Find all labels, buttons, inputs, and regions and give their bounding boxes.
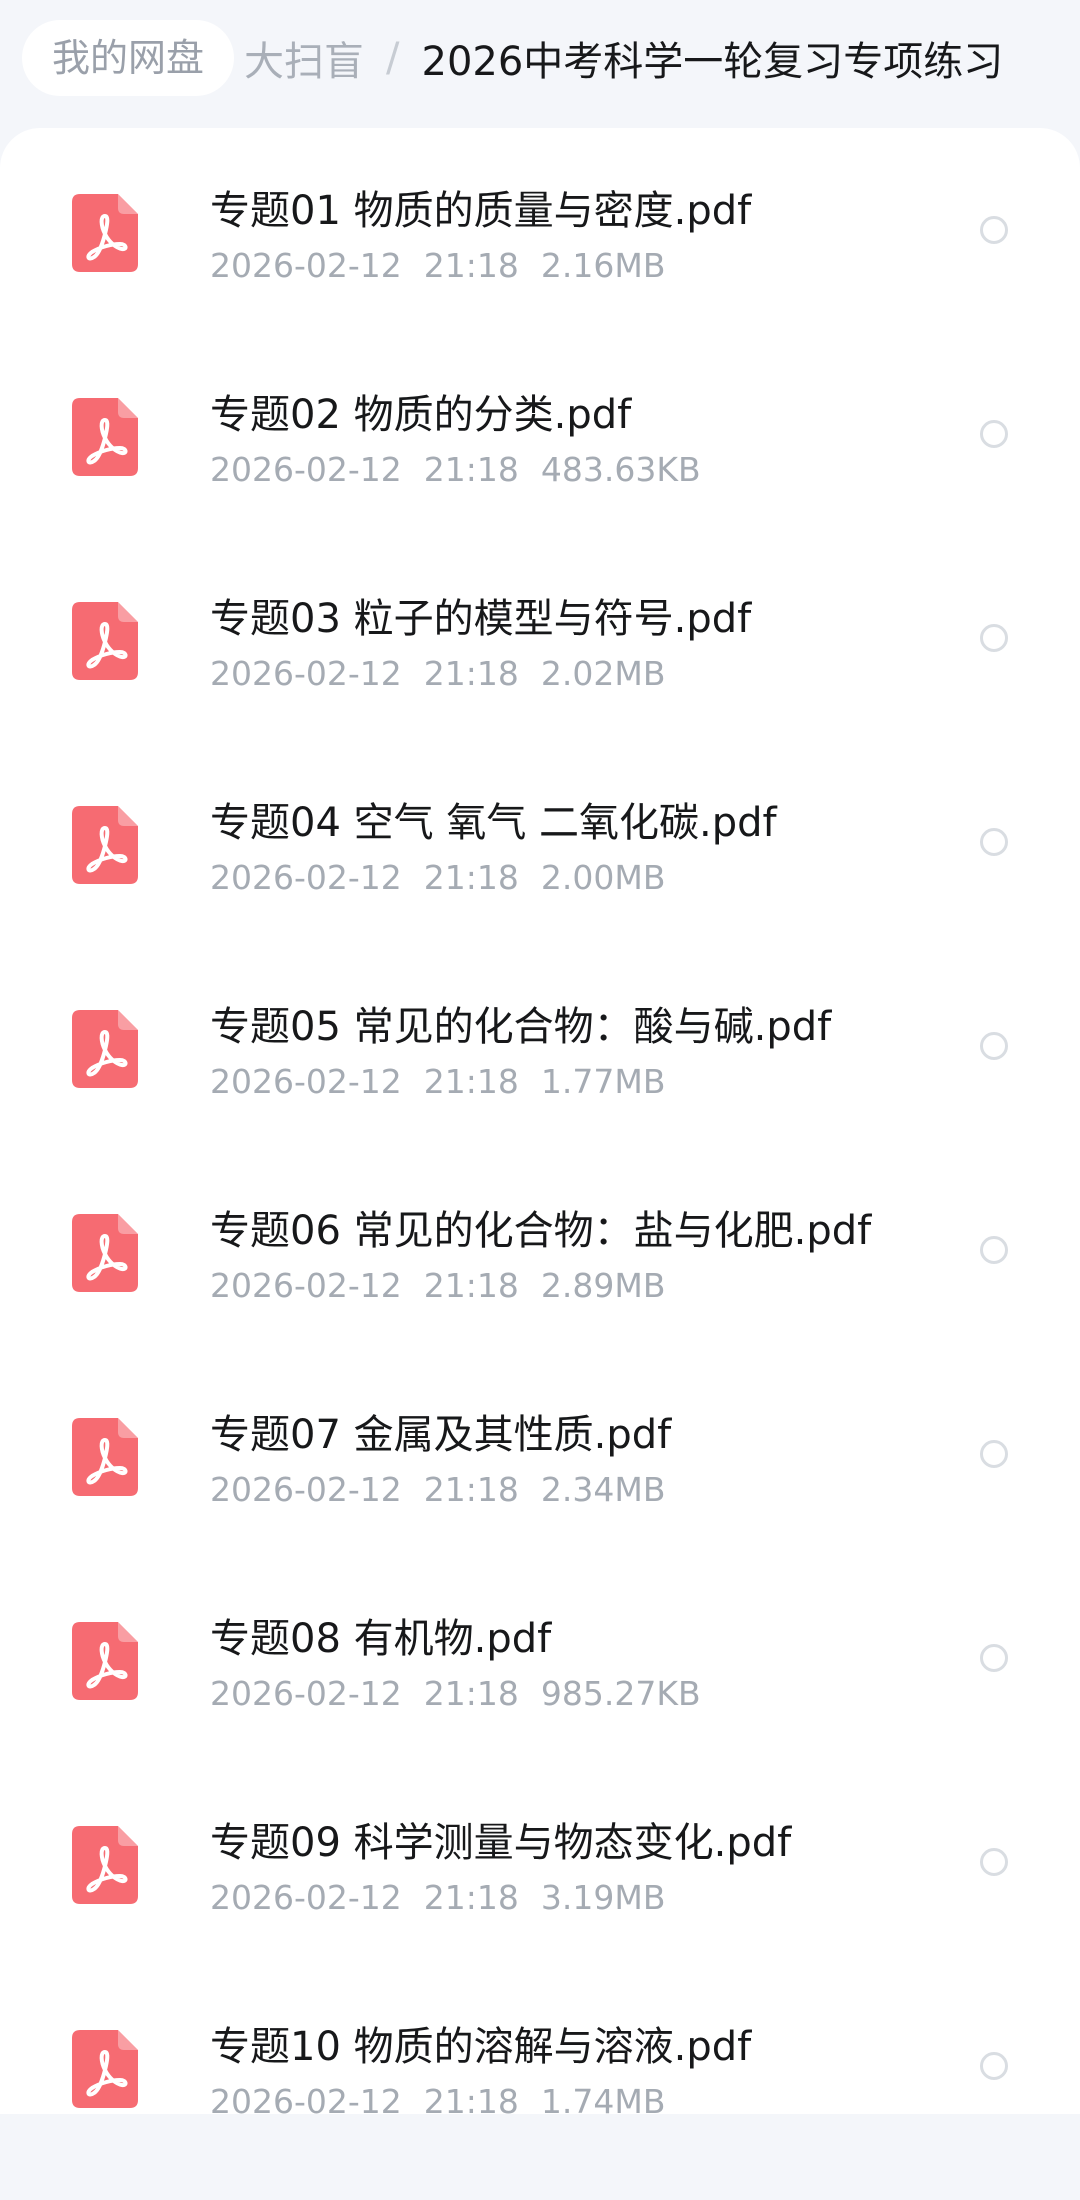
- file-name: 专题07 金属及其性质.pdf: [210, 1412, 672, 1458]
- select-radio-button[interactable]: [980, 216, 1008, 244]
- file-date: 2026-02-12: [210, 1266, 402, 1305]
- file-size: 2.02MB: [540, 654, 666, 693]
- file-time: 21:18: [423, 2082, 519, 2121]
- select-radio-button[interactable]: [980, 1848, 1008, 1876]
- file-row[interactable]: 专题03 粒子的模型与符号.pdf 2026-02-12 21:18 2.02MB: [0, 568, 1080, 772]
- select-radio-button[interactable]: [980, 1032, 1008, 1060]
- breadcrumb-parent-folder[interactable]: 大扫盲: [244, 29, 364, 87]
- file-row[interactable]: 专题09 科学测量与物态变化.pdf 2026-02-12 21:18 3.19MB: [0, 1792, 1080, 1996]
- file-size: 1.74MB: [540, 2082, 666, 2121]
- file-name: 专题08 有机物.pdf: [210, 1616, 552, 1662]
- pdf-file-icon: [72, 2030, 138, 2108]
- pdf-file-icon: [72, 602, 138, 680]
- file-time: 21:18: [423, 1266, 519, 1305]
- pdf-file-icon: [72, 1826, 138, 1904]
- pdf-file-icon: [72, 1214, 138, 1292]
- file-meta: 2026-02-12 21:18 1.74MB: [210, 2082, 687, 2121]
- file-size: 2.34MB: [540, 1470, 666, 1509]
- select-radio-button[interactable]: [980, 420, 1008, 448]
- file-time: 21:18: [423, 654, 519, 693]
- select-radio-button[interactable]: [980, 2052, 1008, 2080]
- file-size: 3.19MB: [540, 1878, 666, 1917]
- file-row[interactable]: 专题04 空气 氧气 二氧化碳.pdf 2026-02-12 21:18 2.00MB: [0, 772, 1080, 976]
- breadcrumb-root-my-drive[interactable]: 我的网盘: [22, 20, 235, 96]
- file-size: 985.27KB: [540, 1674, 701, 1713]
- file-row[interactable]: 专题07 金属及其性质.pdf 2026-02-12 21:18 2.34MB: [0, 1384, 1080, 1588]
- file-row[interactable]: 专题06 常见的化合物：盐与化肥.pdf 2026-02-12 21:18 2.89M…: [0, 1180, 1080, 1384]
- file-row[interactable]: 专题01 物质的质量与密度.pdf 2026-02-12 21:18 2.16MB: [0, 160, 1080, 364]
- pdf-file-icon: [72, 1622, 138, 1700]
- file-size: 483.63KB: [540, 450, 701, 489]
- select-radio-button[interactable]: [980, 1440, 1008, 1468]
- breadcrumb-separator: /: [386, 35, 400, 81]
- file-date: 2026-02-12: [210, 1062, 402, 1101]
- file-row[interactable]: 专题02 物质的分类.pdf 2026-02-12 21:18 483.63KB: [0, 364, 1080, 568]
- file-date: 2026-02-12: [210, 246, 402, 285]
- file-name: 专题10 物质的溶解与溶液.pdf: [210, 2024, 752, 2070]
- file-row[interactable]: 专题05 常见的化合物：酸与碱.pdf 2026-02-12 21:18 1.77MB: [0, 976, 1080, 1180]
- file-list: 专题01 物质的质量与密度.pdf 2026-02-12 21:18 2.16MB 专题…: [0, 128, 1080, 2121]
- pdf-file-icon: [72, 1010, 138, 1088]
- pdf-file-icon: [72, 398, 138, 476]
- file-name: 专题09 科学测量与物态变化.pdf: [210, 1820, 792, 1866]
- file-meta: 2026-02-12 21:18 2.00MB: [210, 858, 687, 897]
- header-bar: 我的网盘 大扫盲 / 2026中考科学一轮复习专项练习: [0, 0, 1080, 120]
- file-size: 2.16MB: [540, 246, 666, 285]
- file-time: 21:18: [423, 1062, 519, 1101]
- file-row[interactable]: 专题08 有机物.pdf 2026-02-12 21:18 985.27KB: [0, 1588, 1080, 1792]
- file-time: 21:18: [423, 1878, 519, 1917]
- file-date: 2026-02-12: [210, 654, 402, 693]
- file-size: 1.77MB: [540, 1062, 666, 1101]
- file-row[interactable]: 专题10 物质的溶解与溶液.pdf 2026-02-12 21:18 1.74MB: [0, 1996, 1080, 2200]
- file-meta: 2026-02-12 21:18 3.19MB: [210, 1878, 687, 1917]
- select-radio-button[interactable]: [980, 624, 1008, 652]
- file-time: 21:18: [423, 1470, 519, 1509]
- file-meta: 2026-02-12 21:18 2.34MB: [210, 1470, 687, 1509]
- file-meta: 2026-02-12 21:18 2.16MB: [210, 246, 687, 285]
- file-size: 2.89MB: [540, 1266, 666, 1305]
- file-meta: 2026-02-12 21:18 1.77MB: [210, 1062, 687, 1101]
- file-date: 2026-02-12: [210, 1674, 402, 1713]
- file-time: 21:18: [423, 450, 519, 489]
- file-meta: 2026-02-12 21:18 483.63KB: [210, 450, 723, 489]
- file-meta: 2026-02-12 21:18 985.27KB: [210, 1674, 723, 1713]
- pdf-file-icon: [72, 1418, 138, 1496]
- select-radio-button[interactable]: [980, 1644, 1008, 1672]
- file-name: 专题01 物质的质量与密度.pdf: [210, 188, 752, 234]
- file-date: 2026-02-12: [210, 1878, 402, 1917]
- pdf-file-icon: [72, 194, 138, 272]
- select-radio-button[interactable]: [980, 828, 1008, 856]
- file-size: 2.00MB: [540, 858, 666, 897]
- file-name: 专题02 物质的分类.pdf: [210, 392, 632, 438]
- file-meta: 2026-02-12 21:18 2.02MB: [210, 654, 687, 693]
- breadcrumb-current-folder: 2026中考科学一轮复习专项练习: [421, 39, 1004, 85]
- file-time: 21:18: [423, 1674, 519, 1713]
- file-name: 专题06 常见的化合物：盐与化肥.pdf: [210, 1208, 872, 1254]
- file-name: 专题05 常见的化合物：酸与碱.pdf: [210, 1004, 832, 1050]
- file-time: 21:18: [423, 858, 519, 897]
- breadcrumb: 我的网盘 大扫盲 / 2026中考科学一轮复习专项练习: [22, 18, 1003, 98]
- file-name: 专题04 空气 氧气 二氧化碳.pdf: [210, 800, 777, 846]
- file-meta: 2026-02-12 21:18 2.89MB: [210, 1266, 687, 1305]
- select-radio-button[interactable]: [980, 1236, 1008, 1264]
- file-date: 2026-02-12: [210, 450, 402, 489]
- file-date: 2026-02-12: [210, 2082, 402, 2121]
- file-date: 2026-02-12: [210, 858, 402, 897]
- file-name: 专题03 粒子的模型与符号.pdf: [210, 596, 752, 642]
- file-date: 2026-02-12: [210, 1470, 402, 1509]
- file-time: 21:18: [423, 246, 519, 285]
- pdf-file-icon: [72, 806, 138, 884]
